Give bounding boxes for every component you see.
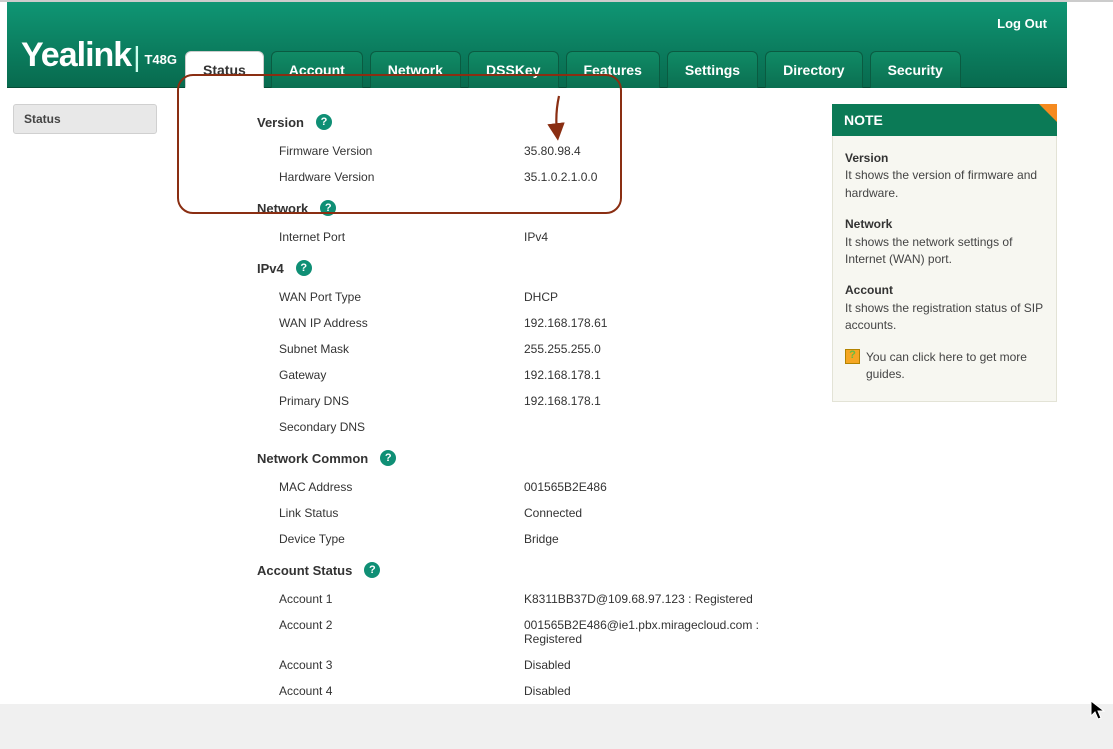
sidebar-item-status[interactable]: Status [13, 104, 157, 134]
row-value: Disabled [524, 658, 820, 672]
section-title-account_status: Account Status? [187, 552, 820, 586]
row-value: 35.1.0.2.1.0.0 [524, 170, 820, 184]
brand: Yealink | T48G [21, 36, 177, 75]
row-value: 192.168.178.1 [524, 368, 820, 382]
help-square-icon: ? [845, 349, 860, 364]
row-label: Link Status [279, 506, 524, 520]
tab-status[interactable]: Status [185, 51, 264, 88]
tab-network[interactable]: Network [370, 51, 461, 88]
row-value: K8311BB37D@109.68.97.123 : Registered [524, 592, 820, 606]
status-row: Hardware Version35.1.0.2.1.0.0 [187, 164, 820, 190]
row-label: WAN Port Type [279, 290, 524, 304]
note-title: NOTE [832, 104, 1057, 136]
row-label: Hardware Version [279, 170, 524, 184]
row-label: Firmware Version [279, 144, 524, 158]
section-title-network: Network? [187, 190, 820, 224]
row-label: Account 3 [279, 658, 524, 672]
status-row: Gateway192.168.178.1 [187, 362, 820, 388]
status-row: Account 4Disabled [187, 678, 820, 704]
header-bar: Log Out Yealink | T48G StatusAccountNetw… [7, 2, 1067, 88]
tab-settings[interactable]: Settings [667, 51, 758, 88]
tab-security[interactable]: Security [870, 51, 961, 88]
row-value: DHCP [524, 290, 820, 304]
main-tabs: StatusAccountNetworkDSSKeyFeaturesSettin… [185, 51, 961, 88]
row-label: Account 4 [279, 684, 524, 698]
tab-features[interactable]: Features [566, 51, 660, 88]
note-block: AccountIt shows the registration status … [845, 282, 1044, 334]
row-value: IPv4 [524, 230, 820, 244]
status-row: MAC Address001565B2E486 [187, 474, 820, 500]
row-label: Account 1 [279, 592, 524, 606]
tab-account[interactable]: Account [271, 51, 363, 88]
row-value [524, 420, 820, 434]
main-content: Version?Firmware Version35.80.98.4Hardwa… [167, 88, 832, 704]
status-row: Secondary DNS [187, 414, 820, 440]
status-row: Account 1K8311BB37D@109.68.97.123 : Regi… [187, 586, 820, 612]
row-label: Primary DNS [279, 394, 524, 408]
note-fold-icon [1039, 104, 1057, 122]
help-icon[interactable]: ? [296, 260, 312, 276]
status-row: Firmware Version35.80.98.4 [187, 138, 820, 164]
brand-name: Yealink [21, 36, 131, 75]
help-icon[interactable]: ? [316, 114, 332, 130]
section-title-network_common: Network Common? [187, 440, 820, 474]
help-icon[interactable]: ? [380, 450, 396, 466]
row-label: WAN IP Address [279, 316, 524, 330]
row-value: 001565B2E486 [524, 480, 820, 494]
row-value: Bridge [524, 532, 820, 546]
status-row: Account 3Disabled [187, 652, 820, 678]
status-row: Device TypeBridge [187, 526, 820, 552]
row-value: 192.168.178.1 [524, 394, 820, 408]
row-label: Gateway [279, 368, 524, 382]
help-icon[interactable]: ? [364, 562, 380, 578]
row-value: 192.168.178.61 [524, 316, 820, 330]
tab-directory[interactable]: Directory [765, 51, 862, 88]
row-value: 255.255.255.0 [524, 342, 820, 356]
section-title-ipv4: IPv4? [187, 250, 820, 284]
row-label: Subnet Mask [279, 342, 524, 356]
brand-model: T48G [144, 52, 177, 67]
row-value: 001565B2E486@ie1.pbx.miragecloud.com : R… [524, 618, 820, 646]
sidebar: Status [7, 88, 167, 134]
status-row: WAN Port TypeDHCP [187, 284, 820, 310]
status-row: WAN IP Address192.168.178.61 [187, 310, 820, 336]
help-icon[interactable]: ? [320, 200, 336, 216]
row-value: 35.80.98.4 [524, 144, 820, 158]
row-label: Account 2 [279, 618, 524, 646]
row-label: MAC Address [279, 480, 524, 494]
row-value: Connected [524, 506, 820, 520]
row-value: Disabled [524, 684, 820, 698]
row-label: Internet Port [279, 230, 524, 244]
status-row: Subnet Mask255.255.255.0 [187, 336, 820, 362]
status-row: Internet PortIPv4 [187, 224, 820, 250]
tab-dsskey[interactable]: DSSKey [468, 51, 558, 88]
note-more-guides[interactable]: ?You can click here to get more guides. [845, 349, 1044, 384]
note-block: VersionIt shows the version of firmware … [845, 150, 1044, 202]
status-row: Primary DNS192.168.178.1 [187, 388, 820, 414]
status-row: Link StatusConnected [187, 500, 820, 526]
section-title-version: Version? [187, 104, 820, 138]
note-panel: NOTE VersionIt shows the version of firm… [832, 104, 1057, 402]
row-label: Secondary DNS [279, 420, 524, 434]
row-label: Device Type [279, 532, 524, 546]
logout-link[interactable]: Log Out [997, 16, 1047, 31]
note-block: NetworkIt shows the network settings of … [845, 216, 1044, 268]
status-row: Account 2001565B2E486@ie1.pbx.mirageclou… [187, 612, 820, 652]
